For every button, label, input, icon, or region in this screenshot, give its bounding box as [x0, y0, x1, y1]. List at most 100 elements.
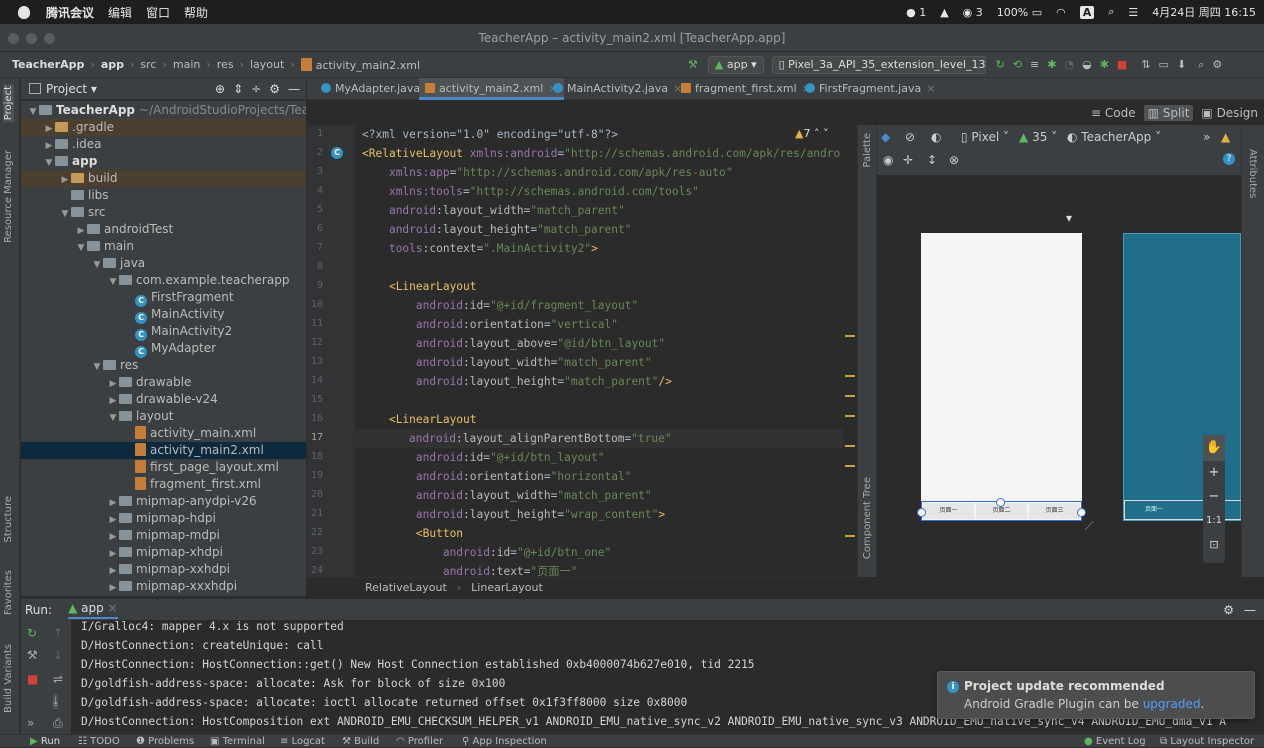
- code-line[interactable]: xmlns:tools="http://schemas.android.com/…: [362, 182, 699, 201]
- tree-item[interactable]: activity_main.xml: [21, 425, 306, 442]
- inspection-widget[interactable]: ▲7 ˄ ˅: [795, 127, 828, 140]
- tree-item[interactable]: ▶ mipmap-xxxhdpi: [21, 578, 306, 595]
- code-line[interactable]: android:layout_above="@id/btn_layout": [362, 334, 665, 353]
- code-line[interactable]: android:layout_width="match_parent": [362, 486, 652, 505]
- close-tab-icon[interactable]: ×: [926, 82, 935, 95]
- scroll-to-end-icon[interactable]: ⤓: [53, 694, 59, 709]
- notification-icon[interactable]: ● 1: [906, 6, 926, 19]
- code-line[interactable]: <RelativeLayout xmlns:android="http://sc…: [362, 144, 840, 163]
- breadcrumb-file[interactable]: activity_main2.xml: [300, 57, 420, 72]
- print-icon[interactable]: ⎙: [53, 716, 63, 731]
- attributes-tool-tab[interactable]: Attributes: [1247, 149, 1258, 198]
- run-tool-button[interactable]: ▶ Run: [30, 735, 60, 748]
- tree-item[interactable]: ▼ app: [21, 153, 306, 170]
- pan-tool-icon[interactable]: ✋: [1203, 435, 1225, 461]
- logcat-tool-button[interactable]: ≡ Logcat: [280, 735, 325, 748]
- wechat-icon[interactable]: ◉ 3: [963, 6, 983, 19]
- favorites-tool-tab[interactable]: Favorites: [3, 570, 14, 615]
- tree-item[interactable]: ▶ mipmap-hdpi: [21, 510, 306, 527]
- menu-app[interactable]: 腾讯会议: [46, 4, 94, 21]
- problems-tool-button[interactable]: ❶ Problems: [136, 735, 194, 748]
- wrench-run-icon[interactable]: ⚒: [27, 648, 38, 662]
- locate-icon[interactable]: ⊕: [215, 82, 225, 96]
- tree-item[interactable]: fragment_first.xml: [21, 476, 306, 493]
- preview-button-3[interactable]: 页面三: [1029, 503, 1080, 519]
- theme-dropdown[interactable]: ◐ TeacherApp ˅: [1067, 130, 1161, 144]
- design-surface-icon[interactable]: ◆: [881, 130, 890, 144]
- app-icon[interactable]: ▲: [940, 6, 948, 19]
- rerun-icon[interactable]: ↻: [996, 58, 1005, 71]
- event-log-button[interactable]: ● Event Log: [1084, 735, 1146, 748]
- stop-app-icon[interactable]: ■: [27, 672, 38, 686]
- tree-item[interactable]: ▶ androidTest: [21, 221, 306, 238]
- clear-constraints-icon[interactable]: ⊗: [949, 153, 959, 167]
- tree-item[interactable]: ▶ .idea: [21, 136, 306, 153]
- apply-changes-icon[interactable]: ⟲: [1013, 58, 1022, 71]
- orientation-icon[interactable]: ⊘: [905, 130, 915, 144]
- tree-item[interactable]: ▼TeacherApp~/AndroidStudioProjects/Teach…: [21, 102, 306, 119]
- tree-item[interactable]: ▼ java: [21, 255, 306, 272]
- project-view-select[interactable]: Project ▾: [46, 82, 97, 96]
- hide-icon[interactable]: —: [288, 82, 300, 96]
- tree-item[interactable]: C FirstFragment: [21, 289, 306, 307]
- breadcrumb-relativelayout[interactable]: RelativeLayout: [365, 581, 447, 594]
- update-notification[interactable]: i Project update recommended Android Gra…: [937, 671, 1255, 719]
- upgrade-link[interactable]: upgraded: [1143, 697, 1201, 711]
- coverage-icon[interactable]: ≡: [1030, 58, 1039, 71]
- apple-icon[interactable]: [18, 5, 30, 19]
- rerun-app-icon[interactable]: ↻: [27, 626, 37, 640]
- api-dropdown[interactable]: ▲ 35 ˅: [1019, 130, 1057, 144]
- build-tool-button[interactable]: ⚒ Build: [342, 735, 379, 748]
- breadcrumb-app[interactable]: app: [101, 58, 124, 71]
- tree-item[interactable]: ▶ mipmap-xhdpi: [21, 544, 306, 561]
- close-run-tab-icon[interactable]: ×: [108, 601, 118, 615]
- design-mode-button[interactable]: ▣ Design: [1201, 106, 1258, 120]
- code-line[interactable]: <?xml version="1.0" encoding="utf-8"?>: [362, 125, 618, 144]
- tree-item[interactable]: ▶ drawable: [21, 374, 306, 391]
- breadcrumb-layout[interactable]: layout: [250, 58, 284, 71]
- code-line[interactable]: <LinearLayout: [362, 410, 477, 429]
- tree-item[interactable]: ▼ main: [21, 238, 306, 255]
- breadcrumb-src[interactable]: src: [140, 58, 156, 71]
- code-line[interactable]: android:layout_height="wrap_content">: [362, 505, 665, 524]
- spotlight-icon[interactable]: ⌕: [1108, 5, 1114, 19]
- help-icon[interactable]: ?: [1223, 153, 1235, 165]
- code-line[interactable]: android:orientation="vertical": [362, 315, 618, 334]
- minimize-window-button[interactable]: [26, 33, 37, 44]
- preview-button-1[interactable]: 页面一: [923, 503, 974, 519]
- menu-edit[interactable]: 编辑: [108, 4, 132, 21]
- tree-item[interactable]: libs: [21, 187, 306, 204]
- code-line[interactable]: android:layout_width="match_parent": [362, 201, 625, 220]
- warning-icon[interactable]: ▲: [1221, 130, 1230, 144]
- tree-item[interactable]: ▶ mipmap-xxhdpi: [21, 561, 306, 578]
- device-dropdown[interactable]: ▯ Pixel ˅: [961, 130, 1009, 144]
- zoom-to-fit-icon[interactable]: ⊡: [1203, 533, 1225, 557]
- pan-icon[interactable]: ✛: [903, 153, 913, 167]
- more-run-icon[interactable]: »: [27, 716, 34, 730]
- input-source[interactable]: A: [1079, 5, 1095, 19]
- night-mode-icon[interactable]: ◐: [931, 130, 941, 144]
- profile-icon[interactable]: ◔: [1064, 58, 1074, 71]
- wrench-icon[interactable]: ▾: [1066, 211, 1072, 225]
- code-line[interactable]: tools:context=".MainActivity2">: [362, 239, 598, 258]
- tree-item[interactable]: C MainActivity2: [21, 323, 306, 341]
- split-mode-button[interactable]: ▥ Split: [1143, 105, 1194, 121]
- tree-item[interactable]: ▼ layout: [21, 408, 306, 425]
- margin-icon[interactable]: ↕: [927, 153, 937, 167]
- soft-wrap-icon[interactable]: ⇌: [53, 672, 63, 686]
- zoom-window-button[interactable]: [44, 33, 55, 44]
- code-line[interactable]: <LinearLayout: [362, 277, 477, 296]
- zoom-actual-size[interactable]: 1:1: [1203, 509, 1225, 533]
- hide-run-panel-icon[interactable]: —: [1244, 603, 1256, 617]
- search-icon[interactable]: ⌕: [1198, 58, 1204, 72]
- profiler-icon[interactable]: ◒: [1082, 58, 1092, 71]
- run-config-select[interactable]: ▲ app ▾: [707, 55, 764, 74]
- editor-scrollbar[interactable]: [845, 125, 855, 577]
- terminal-tool-button[interactable]: ▣ Terminal: [210, 735, 265, 748]
- project-tool-tab[interactable]: Project: [3, 84, 14, 123]
- more-icon[interactable]: »: [1203, 130, 1210, 144]
- breadcrumb-main[interactable]: main: [173, 58, 200, 71]
- battery-indicator[interactable]: 100% ▭: [997, 6, 1042, 19]
- resource-manager-tool-tab[interactable]: Resource Manager: [3, 150, 14, 243]
- component-tree-tool-tab[interactable]: Component Tree: [862, 477, 873, 559]
